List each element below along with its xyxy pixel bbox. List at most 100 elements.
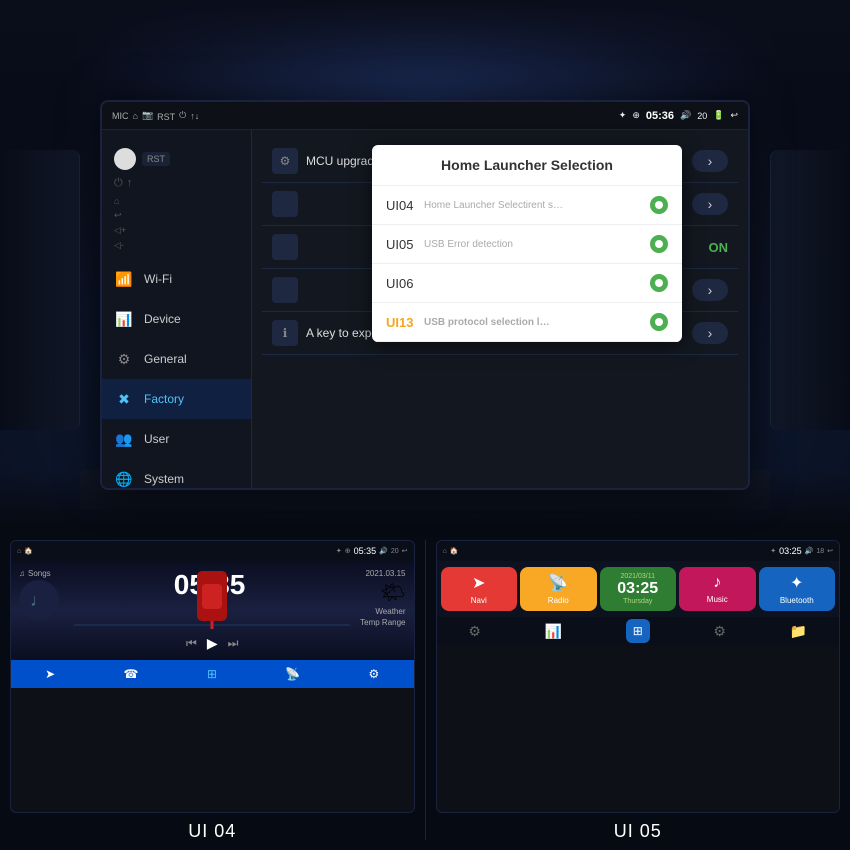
device-label: Device <box>144 312 181 326</box>
dialog-item-ui04[interactable]: UI04 Home Launcher Selectirent sel... <box>372 186 682 225</box>
mcu-label: MCU upgrade <box>306 154 381 168</box>
ui05-chart-btn[interactable]: 📊 <box>545 623 562 640</box>
radio-icon: 📡 <box>548 573 568 593</box>
ui05-folder-btn[interactable]: 📁 <box>790 623 807 640</box>
ui04-radio[interactable] <box>650 196 668 214</box>
export-icon: ℹ <box>272 320 298 346</box>
ui04-status-bar: ⌂ 🏠 ✦ ⊕ 05:35 🔊 20 ↩ <box>11 541 414 561</box>
nav-phone-icon[interactable]: ☎ <box>124 667 139 681</box>
bluetooth-icon: ✦ <box>790 573 803 593</box>
ui05-gear2-btn[interactable]: ⚙ <box>713 623 726 640</box>
row2-arrow[interactable]: › <box>692 193 728 215</box>
music-tile[interactable]: ♪ Music <box>679 567 756 611</box>
wifi-icon: 📶 <box>114 269 134 289</box>
nav-radio-icon[interactable]: 📡 <box>285 667 300 681</box>
ui06-label: UI06 <box>386 276 416 291</box>
ui04-music: ♫ Songs ♩ <box>19 569 59 620</box>
ui04-controls: ⏮ ▶ ⏭ <box>15 631 410 656</box>
car-background: MIC ⌂ 📷 RST ⏻ ↑↓ ✦ ⊕ 05:36 🔊 20 🔋 ↩ <box>0 0 850 530</box>
row4-arrow[interactable]: › <box>692 279 728 301</box>
user-label: User <box>144 432 169 446</box>
ui13-sub: USB protocol selection lunet... <box>424 317 554 328</box>
radio-label: Radio <box>548 596 569 605</box>
ui04-music-title: ♫ Songs <box>19 569 59 578</box>
nav-settings-icon[interactable]: ⚙ <box>369 667 380 681</box>
ui04-time: 05:35 <box>354 546 377 556</box>
factory-icon: ✖ <box>114 389 134 409</box>
ui04-main: ♫ Songs ♩ 05:35 2021.03.15 🌤 Weather <box>11 561 414 660</box>
row3-on[interactable]: ON <box>709 240 729 255</box>
row4-left <box>272 277 306 303</box>
signal-icon: ↑↓ <box>190 111 199 121</box>
radio-tile[interactable]: 📡 Radio <box>520 567 597 611</box>
weather-icon: 🌤 <box>380 580 405 605</box>
screen-content: RST ⏻ ↑ ⌂ ↩ ◁+ ◁- 📶 Wi-Fi 📊 <box>102 130 748 488</box>
sidebar-item-user[interactable]: 👥 User <box>102 419 251 459</box>
ui05-label: UI 05 <box>426 813 850 850</box>
dialog-title: Home Launcher Selection <box>372 145 682 186</box>
camera-icon: 📷 <box>142 110 153 121</box>
play-btn[interactable]: ▶ <box>207 635 218 652</box>
rst-label: RST <box>157 112 175 122</box>
rst-badge: RST <box>142 152 170 166</box>
ui04-label: UI 04 <box>0 813 425 850</box>
ui05-radio[interactable] <box>650 235 668 253</box>
mcu-icon: ⚙ <box>272 148 298 174</box>
ui04-album: ♩ <box>19 580 59 620</box>
ui04-inner: ⌂ 🏠 ✦ ⊕ 05:35 🔊 20 ↩ ♫ <box>10 540 415 813</box>
mcu-arrow[interactable]: › <box>692 150 728 172</box>
ui05-bottom-bar: ⚙ 📊 ⊞ ⚙ 📁 <box>437 617 840 645</box>
dialog-item-ui06[interactable]: UI06 <box>372 264 682 303</box>
nav-map-icon[interactable]: ➤ <box>45 667 55 681</box>
next-btn[interactable]: ⏭ <box>228 636 239 651</box>
row3-icon <box>272 234 298 260</box>
row2-icon <box>272 191 298 217</box>
ui04-nav-bar: ➤ ☎ ⊞ 📡 ⚙ <box>11 660 414 688</box>
nav-home-icon[interactable]: ⊞ <box>207 667 217 681</box>
ui05-home-btn[interactable]: ⊞ <box>626 619 650 643</box>
music-icon: ♪ <box>713 574 721 592</box>
status-bar: MIC ⌂ 📷 RST ⏻ ↑↓ ✦ ⊕ 05:36 🔊 20 🔋 ↩ <box>102 102 748 130</box>
prev-btn[interactable]: ⏮ <box>186 636 197 651</box>
clock-tile: 2021/03/11 03:25 Thursday <box>600 567 677 611</box>
export-row-left: ℹ A key to export <box>272 320 385 346</box>
ui05-grid: ➤ Navi 📡 Radio 2021/03/11 03:25 Thursday <box>437 561 840 617</box>
navi-tile[interactable]: ➤ Navi <box>441 567 518 611</box>
factory-label: Factory <box>144 392 184 406</box>
sidebar-item-wifi[interactable]: 📶 Wi-Fi <box>102 259 251 299</box>
ui05-battery: 18 <box>816 548 824 555</box>
export-arrow[interactable]: › <box>692 322 728 344</box>
wifi-icon-status: ⊕ <box>632 110 640 121</box>
dialog-item-ui13-left: UI13 USB protocol selection lunet... <box>386 315 554 330</box>
ui05-time: 03:25 <box>779 546 802 556</box>
bluetooth-tile[interactable]: ✦ Bluetooth <box>759 567 836 611</box>
wifi-label: Wi-Fi <box>144 272 172 286</box>
clock-day: Thursday <box>623 598 652 605</box>
battery-icon: 🔋 <box>713 110 724 121</box>
bottom-area: ⌂ 🏠 ✦ ⊕ 05:35 🔊 20 ↩ ♫ <box>0 530 850 850</box>
sidebar-item-general[interactable]: ⚙ General <box>102 339 251 379</box>
ui13-radio[interactable] <box>650 313 668 331</box>
sidebar-top-buttons: RST ⏻ ↑ ⌂ ↩ ◁+ ◁- <box>102 140 251 259</box>
status-time: 05:36 <box>646 110 674 122</box>
sidebar-item-device[interactable]: 📊 Device <box>102 299 251 339</box>
clock-date: 2021/03/11 <box>620 573 655 580</box>
sidebar-item-factory[interactable]: ✖ Factory <box>102 379 251 419</box>
dialog-item-ui13[interactable]: UI13 USB protocol selection lunet... <box>372 303 682 342</box>
sidebar-item-system[interactable]: 🌐 System <box>102 459 251 490</box>
power-icon: ⏻ <box>179 110 186 121</box>
ui06-radio[interactable] <box>650 274 668 292</box>
row3-left <box>272 234 306 260</box>
ui04-weather: 2021.03.15 🌤 Weather Temp Range <box>360 569 405 627</box>
clock-time: 03:25 <box>617 580 658 598</box>
main-screen: MIC ⌂ 📷 RST ⏻ ↑↓ ✦ ⊕ 05:36 🔊 20 🔋 ↩ <box>100 100 750 490</box>
launcher-dialog: Home Launcher Selection UI04 Home Launch… <box>372 145 682 342</box>
dialog-item-ui05[interactable]: UI05 USB Error detection <box>372 225 682 264</box>
ui04-battery: 20 <box>391 548 399 555</box>
mic-label: MIC <box>112 111 129 121</box>
back-icon-status: ↩ <box>730 110 738 121</box>
ui13-label: UI13 <box>386 315 416 330</box>
ui05-settings-btn[interactable]: ⚙ <box>468 623 481 640</box>
ui04-label: UI04 <box>386 198 416 213</box>
user-icon: 👥 <box>114 429 134 449</box>
